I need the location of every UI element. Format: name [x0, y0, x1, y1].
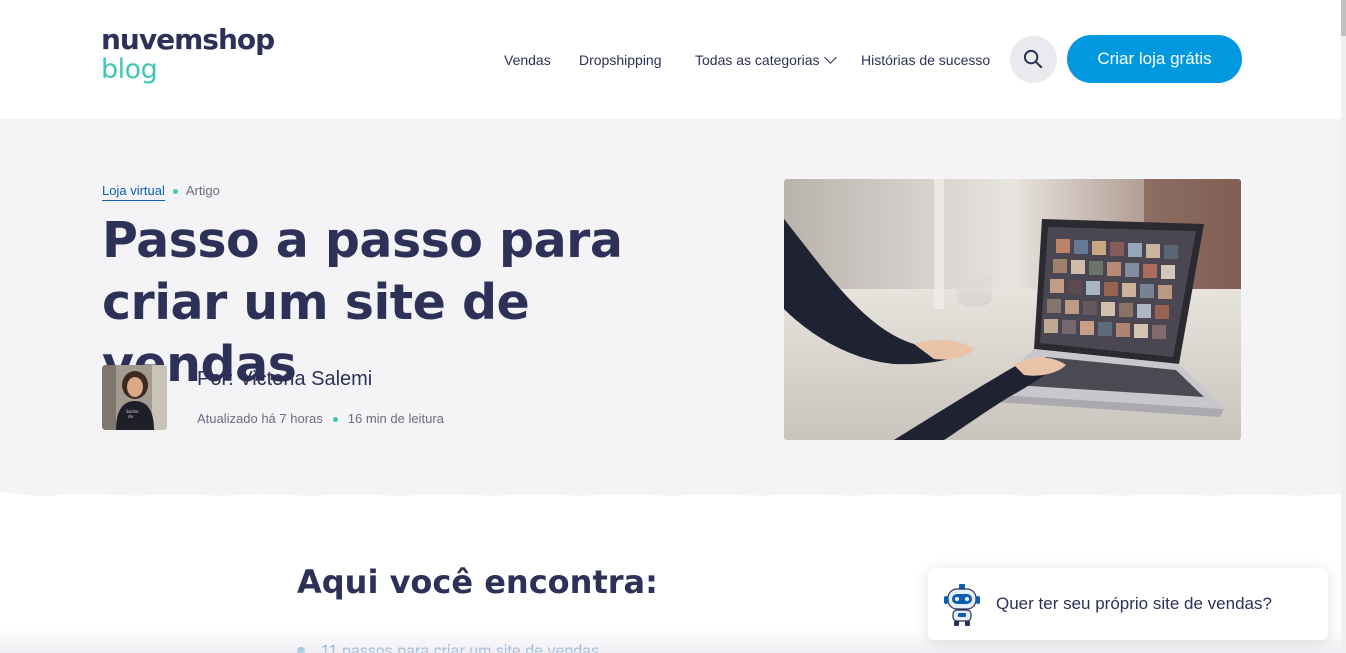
page-scrollbar[interactable]	[1341, 0, 1346, 653]
separator-dot	[332, 417, 338, 422]
search-button[interactable]	[1010, 36, 1057, 83]
chevron-down-icon	[823, 51, 837, 64]
chat-widget[interactable]: Quer ter seu próprio site de vendas?	[928, 568, 1328, 640]
article-details: Atualizado há 7 horas 16 min de leitura	[197, 411, 444, 426]
toc-item[interactable]: 11 passos para criar um site de vendas	[297, 643, 599, 653]
site-header: nuvemshop blog Vendas Dropshipping Todas…	[0, 0, 1346, 119]
author-name: Por: Victoria Salemi	[197, 368, 373, 390]
hero-image	[784, 179, 1241, 440]
author-avatar: Sonhe de	[102, 365, 167, 430]
logo-subtitle: blog	[101, 54, 158, 85]
reading-time: 16 min de leitura	[347, 411, 444, 426]
toc-title: Aqui você encontra:	[297, 563, 658, 601]
scrollbar-thumb[interactable]	[1341, 0, 1346, 36]
nav-item-dropshipping[interactable]: Dropshipping	[579, 52, 662, 68]
category-link[interactable]: Loja virtual	[102, 183, 165, 201]
separator-dot	[172, 189, 178, 194]
chat-prompt: Quer ter seu próprio site de vendas?	[996, 594, 1272, 613]
logo-wordmark: nuvemshop	[101, 23, 275, 56]
create-store-button[interactable]: Criar loja grátis	[1067, 35, 1242, 83]
nav-item-categories-label: Todas as categorias	[695, 52, 820, 68]
nav-item-categories[interactable]: Todas as categorias	[695, 51, 837, 68]
svg-text:de: de	[128, 414, 134, 419]
bullet	[297, 647, 305, 653]
article-type: Artigo	[185, 183, 220, 198]
article-title: Passo a passo para criar um site de vend…	[102, 212, 623, 393]
search-icon	[1023, 49, 1043, 69]
logo[interactable]: nuvemshop blog	[101, 23, 275, 85]
robot-icon	[944, 584, 980, 626]
wave-divider	[0, 491, 1346, 505]
nav-item-success-stories[interactable]: Histórias de sucesso	[861, 52, 990, 68]
updated-time: Atualizado há 7 horas	[197, 411, 323, 426]
nav-item-vendas[interactable]: Vendas	[504, 52, 551, 68]
toc-item-label: 11 passos para criar um site de vendas	[321, 643, 600, 653]
article-meta: Loja virtual Artigo	[102, 183, 220, 201]
